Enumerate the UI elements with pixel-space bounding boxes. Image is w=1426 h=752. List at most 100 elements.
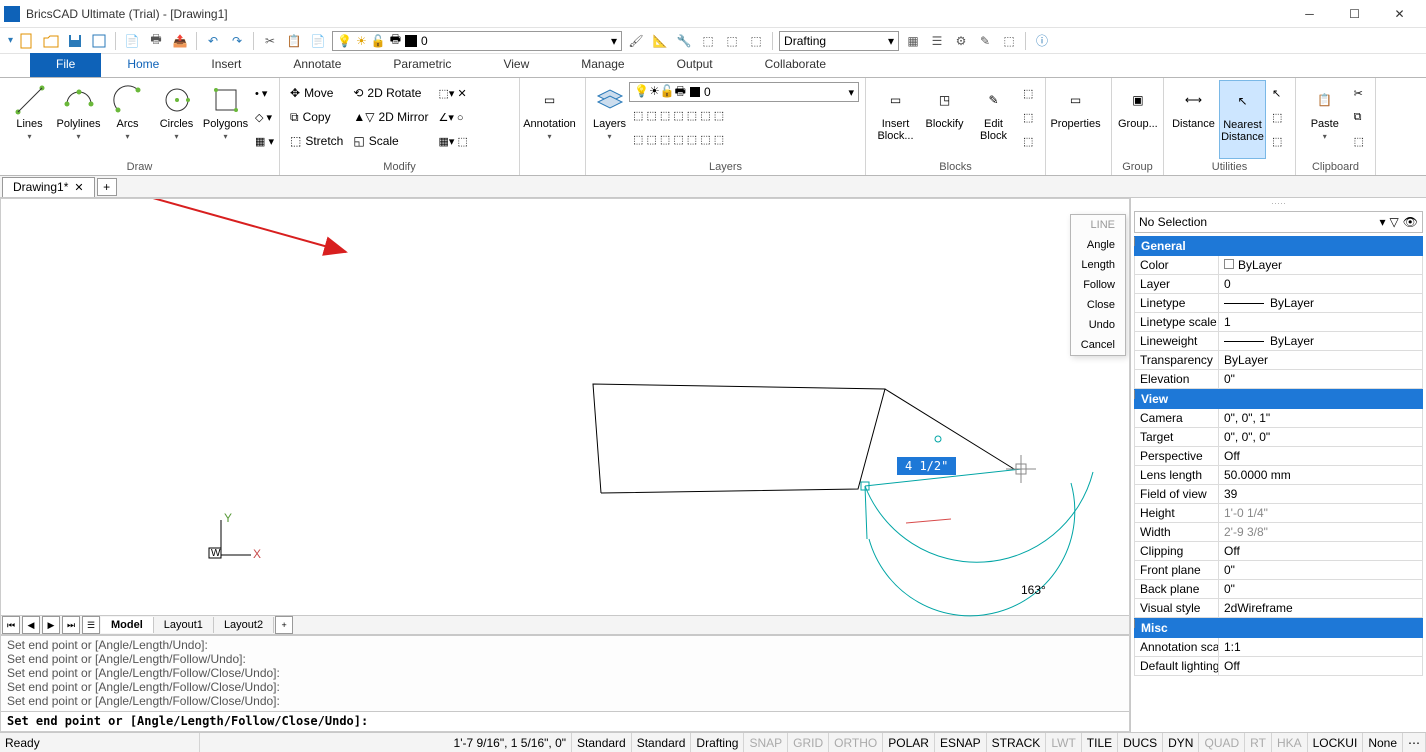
layer-tools2[interactable]: ⬚ ⬚ ⬚ ⬚ ⬚ ⬚ ⬚ <box>629 128 859 150</box>
properties-button[interactable]: ▭Properties <box>1052 80 1099 159</box>
tab-model[interactable]: Model <box>101 617 154 633</box>
close-icon[interactable]: ✕ <box>74 181 83 194</box>
tool4-icon[interactable]: ⬚ <box>746 31 766 51</box>
mod-opt2[interactable]: ∠▾ ○ <box>434 106 482 128</box>
draw-opt1[interactable]: • ▾ <box>251 82 273 104</box>
section-misc[interactable]: −Misc <box>1134 618 1423 638</box>
paste-icon[interactable]: 📄 <box>308 31 328 51</box>
mod-opt1[interactable]: ⬚▾ ✕ <box>434 82 482 104</box>
tab-layout1[interactable]: Layout1 <box>154 617 214 633</box>
close-button[interactable]: ✕ <box>1377 0 1422 28</box>
blk2[interactable]: ⬚ <box>1019 106 1039 128</box>
scale-button[interactable]: ◱Scale <box>349 130 432 152</box>
toggle-lockui[interactable]: LOCKUI <box>1308 733 1364 752</box>
chevron-down-icon[interactable]: ▾ <box>8 35 13 46</box>
tool8-icon[interactable]: ✎ <box>975 31 995 51</box>
insert-block-button[interactable]: ▭Insert Block... <box>872 80 919 159</box>
circles-button[interactable]: Circles▾ <box>153 80 200 159</box>
toggle-rt[interactable]: RT <box>1245 733 1272 752</box>
tool-icon[interactable]: 🔧 <box>674 31 694 51</box>
toggle-tile[interactable]: TILE <box>1082 733 1118 752</box>
group-button[interactable]: ▣Group... <box>1118 80 1158 159</box>
toggle-hka[interactable]: HKA <box>1272 733 1308 752</box>
tool2-icon[interactable]: ⬚ <box>698 31 718 51</box>
nearest-distance-button[interactable]: ↖Nearest Distance <box>1219 80 1266 159</box>
ctx-close[interactable]: Close <box>1071 295 1125 315</box>
filter-icon[interactable]: ▽ <box>1390 215 1399 229</box>
annotation-button[interactable]: ▭Annotation▾ <box>526 80 573 159</box>
open-icon[interactable] <box>41 31 61 51</box>
selection-combo[interactable]: No Selection▾ ▽ 👁 <box>1134 211 1423 233</box>
edit-block-button[interactable]: ✎Edit Block <box>970 80 1017 159</box>
tab-collaborate[interactable]: Collaborate <box>739 53 852 77</box>
tool9-icon[interactable]: ⬚ <box>999 31 1019 51</box>
cut2[interactable]: ✂ <box>1350 82 1369 104</box>
layer-tools1[interactable]: ⬚ ⬚ ⬚ ⬚ ⬚ ⬚ ⬚ <box>629 104 859 126</box>
ctx-length[interactable]: Length <box>1071 255 1125 275</box>
mod-opt3[interactable]: ▦▾ ⬚ <box>434 130 482 152</box>
toggle-dyn[interactable]: DYN <box>1163 733 1199 752</box>
ctx-undo[interactable]: Undo <box>1071 315 1125 335</box>
util3[interactable]: ⬚ <box>1268 130 1288 152</box>
print-icon[interactable]: 🖶 <box>146 31 166 51</box>
drawing-canvas[interactable]: 4 1/2" 163° Y X W LINE Angle Length Foll… <box>1 199 1129 615</box>
ctx-cancel[interactable]: Cancel <box>1071 335 1125 355</box>
maximize-button[interactable]: ☐ <box>1332 0 1377 28</box>
save-icon[interactable] <box>65 31 85 51</box>
tab-insert[interactable]: Insert <box>185 53 267 77</box>
measure-icon[interactable]: 📐 <box>650 31 670 51</box>
lines-button[interactable]: Lines▾ <box>6 80 53 159</box>
workspace-combo[interactable]: Drafting▾ <box>779 31 899 51</box>
tool6-icon[interactable]: ☰ <box>927 31 947 51</box>
util1[interactable]: ↖ <box>1268 82 1288 104</box>
draw-opt2[interactable]: ◇ ▾ <box>251 106 273 128</box>
paste-button[interactable]: 📋Paste▾ <box>1302 80 1348 159</box>
polylines-button[interactable]: Polylines▾ <box>55 80 102 159</box>
ctx-follow[interactable]: Follow <box>1071 275 1125 295</box>
brush-icon[interactable]: 🖌 <box>626 31 646 51</box>
rotate-button[interactable]: ⟲2D Rotate <box>349 82 432 104</box>
blockify-button[interactable]: ◳Blockify <box>921 80 968 159</box>
polygons-button[interactable]: Polygons▾ <box>202 80 249 159</box>
toggle-grid[interactable]: GRID <box>788 733 829 752</box>
status-more[interactable]: ⋯ <box>1403 733 1426 752</box>
command-line[interactable]: Set end point or [Angle/Length/Follow/Cl… <box>1 711 1129 731</box>
move-button[interactable]: ✥Move <box>286 82 347 104</box>
tab-file[interactable]: File <box>30 53 101 77</box>
copy2[interactable]: ⧉ <box>1350 106 1369 128</box>
toggle-ducs[interactable]: DUCS <box>1118 733 1163 752</box>
dimension-input[interactable]: 4 1/2" <box>897 457 956 475</box>
tab-layout2[interactable]: Layout2 <box>214 617 274 633</box>
toggle-snap[interactable]: SNAP <box>744 733 788 752</box>
blk1[interactable]: ⬚ <box>1019 82 1039 104</box>
copy-icon[interactable]: 📋 <box>284 31 304 51</box>
tab-output[interactable]: Output <box>651 53 739 77</box>
tool5-icon[interactable]: ▦ <box>903 31 923 51</box>
tab-parametric[interactable]: Parametric <box>367 53 477 77</box>
section-view[interactable]: −View <box>1134 389 1423 409</box>
export-icon[interactable]: 📤 <box>170 31 190 51</box>
clip3[interactable]: ⬚ <box>1350 130 1369 152</box>
section-general[interactable]: −General <box>1134 236 1423 256</box>
toggle-esnap[interactable]: ESNAP <box>935 733 987 752</box>
tab-annotate[interactable]: Annotate <box>267 53 367 77</box>
cut-icon[interactable]: ✂ <box>260 31 280 51</box>
layer-combo[interactable]: 💡 ☀ 🔓 🖶 0 ▾ <box>332 31 622 51</box>
mirror-button[interactable]: ▲▽2D Mirror <box>349 106 432 128</box>
status-none[interactable]: None <box>1363 733 1403 752</box>
toggle-ortho[interactable]: ORTHO <box>829 733 883 752</box>
import-icon[interactable]: 📄 <box>122 31 142 51</box>
document-tab[interactable]: Drawing1*✕ <box>2 177 95 197</box>
tab-manage[interactable]: Manage <box>555 53 650 77</box>
minimize-button[interactable]: ─ <box>1287 0 1332 28</box>
util2[interactable]: ⬚ <box>1268 106 1288 128</box>
help-icon[interactable]: ⓘ <box>1032 31 1052 51</box>
toggle-polar[interactable]: POLAR <box>883 733 935 752</box>
blk3[interactable]: ⬚ <box>1019 130 1039 152</box>
copy-button[interactable]: ⧉Copy <box>286 106 347 128</box>
eye-icon[interactable]: 👁 <box>1403 215 1418 229</box>
undo-icon[interactable]: ↶ <box>203 31 223 51</box>
saveas-icon[interactable] <box>89 31 109 51</box>
tab-home[interactable]: Home <box>101 53 185 77</box>
add-tab-button[interactable]: + <box>97 178 117 196</box>
